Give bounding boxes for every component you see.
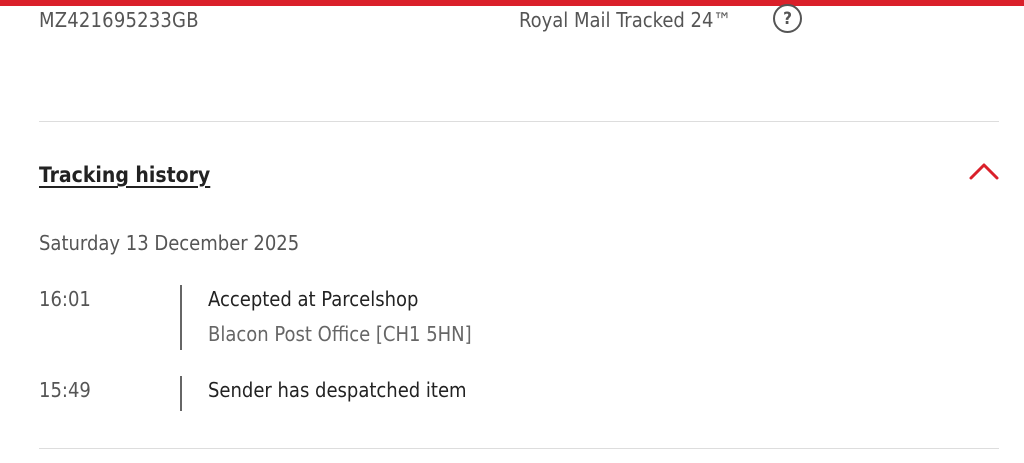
event-location: Blacon Post Office [CH1 5HN]: [208, 322, 472, 346]
section-divider-bottom: [39, 448, 999, 449]
tracking-history-toggle[interactable]: Tracking history: [39, 160, 210, 190]
event-date-heading: Saturday 13 December 2025: [39, 231, 300, 255]
service-name: Royal Mail Tracked 24™: [519, 8, 732, 32]
event-title: Sender has despatched item: [208, 378, 467, 402]
event-title: Accepted at Parcelshop: [208, 287, 419, 311]
help-icon-glyph: ?: [783, 8, 792, 29]
brand-top-bar: [0, 0, 1024, 6]
event-timeline-rule: [180, 376, 182, 411]
event-time: 16:01: [39, 287, 91, 311]
event-timeline-rule: [180, 285, 182, 350]
tracking-number: MZ421695233GB: [39, 8, 199, 32]
chevron-up-icon[interactable]: [968, 160, 1000, 182]
help-icon[interactable]: ?: [773, 4, 802, 33]
event-time: 15:49: [39, 378, 91, 402]
section-divider-top: [39, 121, 999, 122]
